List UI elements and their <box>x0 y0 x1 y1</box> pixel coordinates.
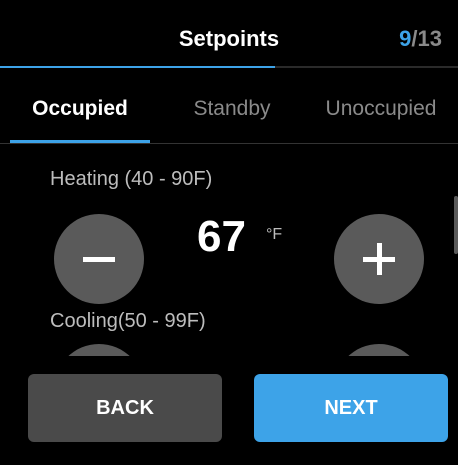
page-total: 13 <box>417 26 442 51</box>
heating-setpoint-unit: °F <box>266 226 283 243</box>
progress-fill <box>0 66 275 68</box>
minus-icon <box>83 257 115 262</box>
heating-setpoint-value: 67 <box>197 212 246 261</box>
heating-decrease-button[interactable] <box>54 214 144 304</box>
tab-occupied[interactable]: Occupied <box>10 90 150 144</box>
tab-standby[interactable]: Standby <box>172 90 292 144</box>
back-button[interactable]: BACK <box>28 374 222 442</box>
page-counter: 9/13 <box>399 26 442 52</box>
scrollbar[interactable] <box>454 196 458 254</box>
tab-bar: Occupied Standby Unoccupied <box>0 90 458 144</box>
page-title: Setpoints <box>178 26 280 51</box>
tab-unoccupied[interactable]: Unoccupied <box>308 90 454 144</box>
heating-label: Heating (40 - 90F) <box>50 168 213 190</box>
page-current: 9 <box>399 26 412 51</box>
tabs-divider <box>0 143 458 144</box>
heating-increase-button[interactable] <box>334 214 424 304</box>
header: Setpoints 9/13 <box>0 0 458 68</box>
next-button[interactable]: NEXT <box>254 374 448 442</box>
cooling-label: Cooling(50 - 99F) <box>50 310 206 332</box>
progress-bar <box>0 66 458 68</box>
